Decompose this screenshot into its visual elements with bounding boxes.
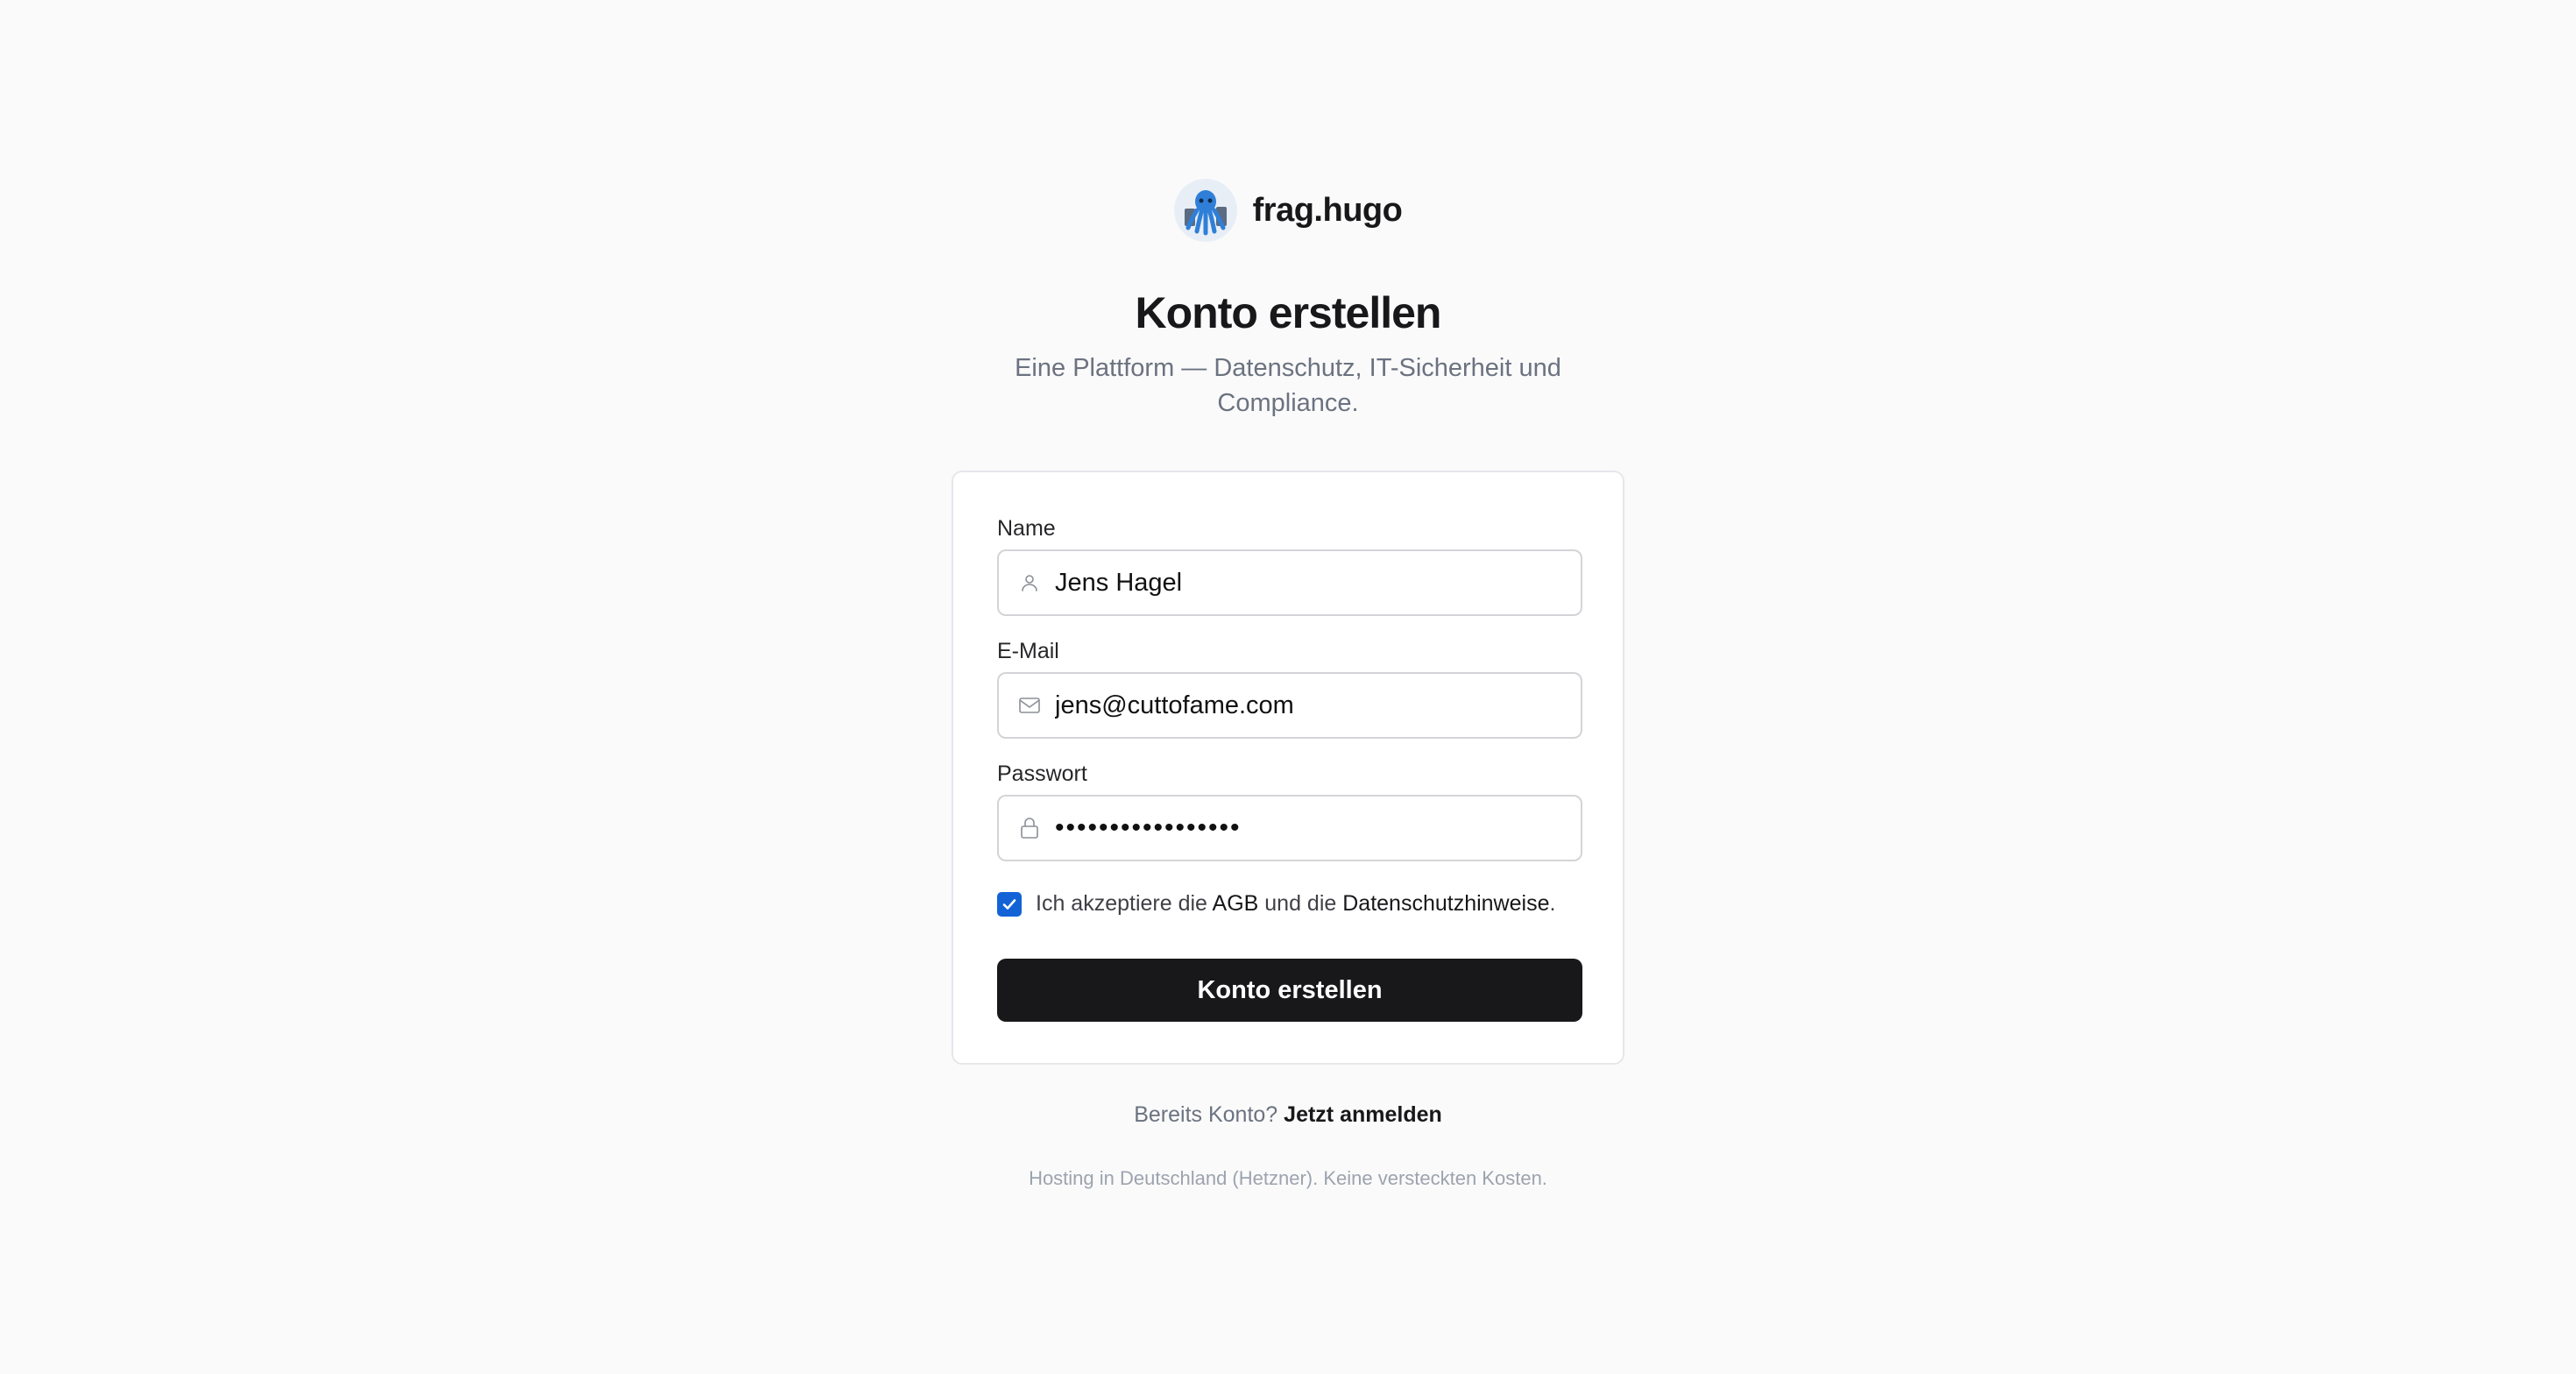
email-field[interactable] [997,672,1582,739]
terms-link[interactable]: AGB [1213,891,1259,916]
login-prompt: Bereits Konto? [1134,1102,1278,1127]
checkmark-icon [1002,898,1016,910]
mail-icon [999,674,1055,737]
hosting-note: Hosting in Deutschland (Hetzner). Keine … [1029,1167,1547,1189]
privacy-link[interactable]: Datenschutzhinweise [1342,891,1549,916]
octopus-mascot-icon [1173,179,1237,242]
consent-text-before: Ich akzeptiere die [1036,891,1213,916]
user-icon [999,551,1055,614]
page-title: Konto erstellen [1135,288,1442,337]
password-input[interactable] [1055,797,1563,859]
consent-checkbox[interactable] [997,891,1022,917]
consent-text-after: . [1549,891,1556,916]
email-input[interactable] [1055,675,1563,736]
name-input[interactable] [1055,552,1563,613]
create-account-button[interactable]: Konto erstellen [997,959,1582,1022]
page-subtitle: Eine Plattform — Datenschutz, IT-Sicherh… [1015,354,1561,417]
password-label: Passwort [997,761,1087,786]
login-link[interactable]: Jetzt anmelden [1284,1102,1442,1127]
name-field[interactable] [997,549,1582,616]
brand-header: frag.hugo [0,179,2576,242]
consent-text: Ich akzeptiere die AGB und die Datenschu… [1036,891,1555,917]
consent-text-middle: und die [1258,891,1343,916]
signup-page: frag.hugo Konto erstellen Eine Plattform… [0,0,2576,1374]
login-prompt-row: Bereits Konto? Jetzt anmelden [0,1102,2576,1128]
brand-name: frag.hugo [1252,191,1403,229]
password-field[interactable] [997,795,1582,861]
lock-icon [999,797,1055,860]
name-label: Name [997,516,1056,541]
signup-form-card: Name E-Mail Passwort [952,471,1624,1065]
email-label: E-Mail [997,639,1059,663]
consent-row: Ich akzeptiere die AGB und die Datenschu… [997,891,1555,917]
